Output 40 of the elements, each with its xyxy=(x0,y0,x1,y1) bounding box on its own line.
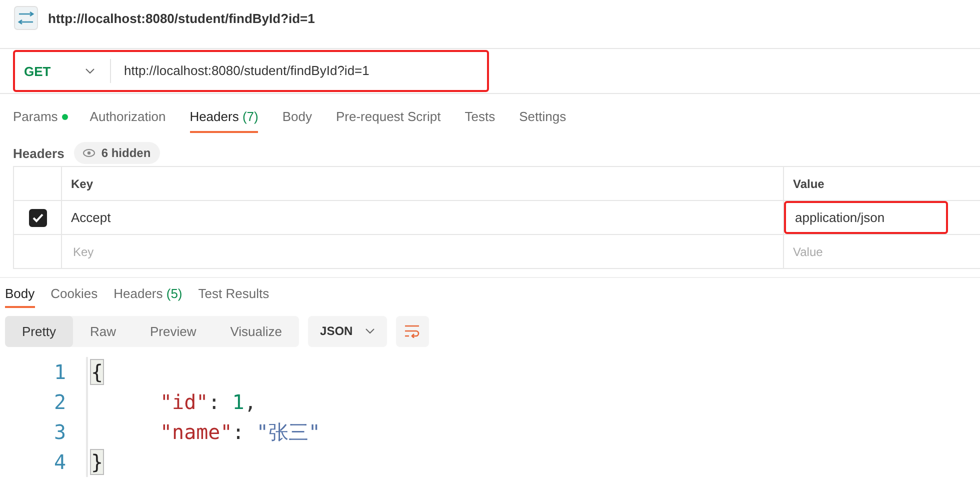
request-tab[interactable]: Headers (7) xyxy=(190,101,258,133)
chevron-down-icon xyxy=(364,328,375,334)
request-tab[interactable]: Body xyxy=(282,101,312,133)
response-tab[interactable]: Test Results xyxy=(198,280,270,308)
wrap-button[interactable] xyxy=(396,316,429,346)
code-line: "name": "张三" xyxy=(159,418,320,446)
line-number: 3 xyxy=(52,420,67,444)
check-icon xyxy=(32,212,44,222)
response-tab[interactable]: Cookies xyxy=(50,280,98,308)
request-tab[interactable]: Tests xyxy=(464,101,496,133)
view-mode-button[interactable]: Preview xyxy=(132,316,214,346)
eye-icon xyxy=(83,149,96,157)
url-text[interactable]: http://localhost:8080/student/findById?id=1 xyxy=(110,59,487,83)
key-field[interactable]: Key xyxy=(71,244,230,260)
line-number: 2 xyxy=(52,390,67,414)
wrap-lines-icon xyxy=(404,324,420,338)
response-tab[interactable]: Headers (5) xyxy=(114,280,182,308)
format-dropdown[interactable]: JSON xyxy=(308,316,387,346)
section-label: Headers xyxy=(13,146,64,160)
value-field[interactable]: Value xyxy=(784,244,950,260)
code-line: "id": 1, xyxy=(159,390,256,414)
hidden-headers-button[interactable]: 6 hidden xyxy=(74,142,160,164)
request-tab[interactable]: Authorization xyxy=(90,101,166,133)
column-header: Value xyxy=(792,176,824,190)
checkbox[interactable] xyxy=(28,208,46,226)
request-title: http://localhost:8080/student/findById?id=1 xyxy=(48,10,315,26)
view-mode-button[interactable]: Visualize xyxy=(213,316,300,346)
chevron-down-icon[interactable] xyxy=(85,68,95,74)
line-number: 4 xyxy=(52,450,67,474)
request-tab[interactable]: Params xyxy=(13,101,58,133)
request-tab[interactable]: Pre-request Script xyxy=(336,101,441,133)
view-mode-button[interactable]: Raw xyxy=(72,316,133,346)
line-number: 1 xyxy=(52,360,67,384)
table-cell: Accept xyxy=(71,210,111,225)
request-tab[interactable]: Settings xyxy=(519,101,566,133)
view-mode-button[interactable]: Pretty xyxy=(5,316,73,346)
table-cell: application/json xyxy=(784,201,948,234)
method-dropdown[interactable]: GET xyxy=(15,64,85,78)
response-tab[interactable]: Body xyxy=(5,280,35,308)
column-header: Key xyxy=(71,176,94,190)
